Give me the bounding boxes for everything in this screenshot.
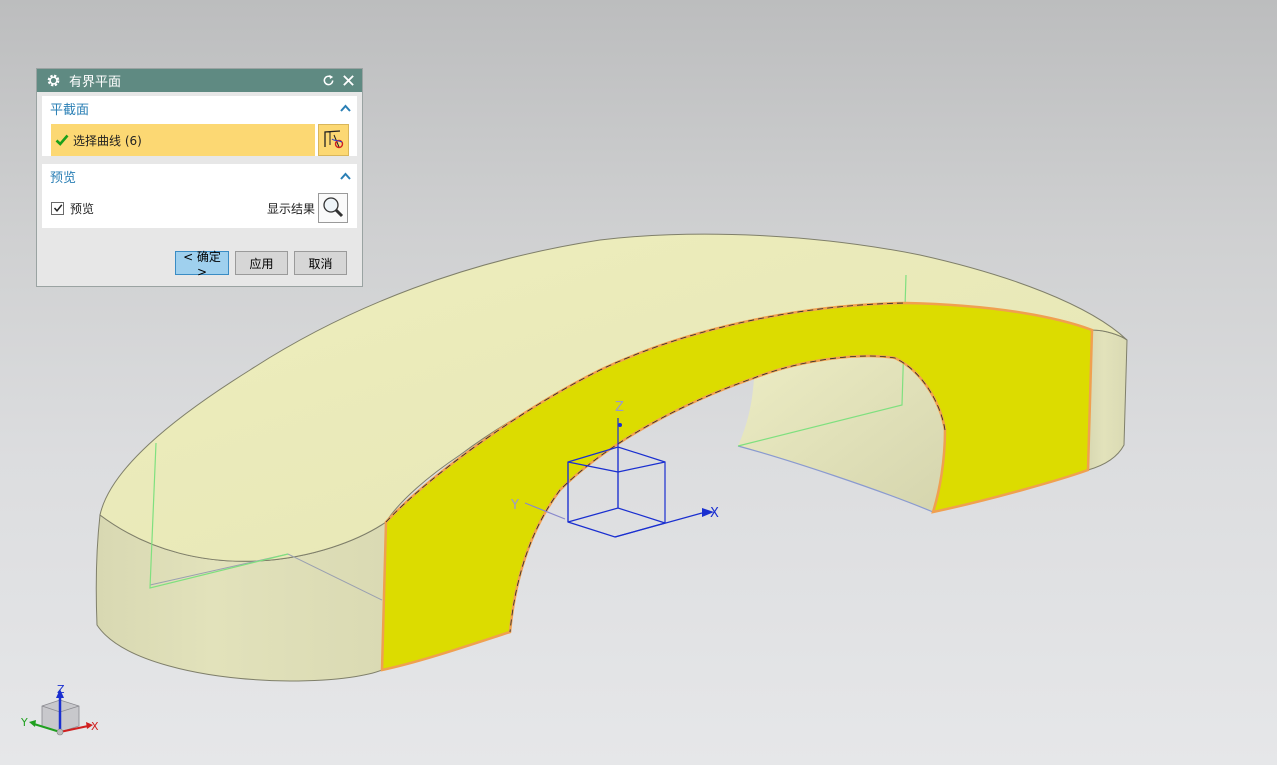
select-curve-icon [322, 127, 346, 154]
check-icon [55, 133, 69, 147]
section-plane: 平截面 选择曲线 (6) [42, 96, 357, 156]
show-result-button[interactable] [318, 193, 348, 223]
magnifier-icon [321, 195, 345, 222]
gear-icon[interactable] [45, 73, 61, 89]
chevron-up-icon[interactable] [339, 102, 351, 114]
section-plane-header[interactable]: 平截面 [42, 96, 357, 120]
csys-y-label: Y [510, 498, 519, 513]
preview-checkbox[interactable] [51, 201, 64, 215]
preview-row: 预览 显示结果 [42, 188, 357, 228]
show-result-label: 显示结果 [266, 201, 315, 216]
dialog-titlebar[interactable]: 有界平面 [37, 69, 362, 92]
ok-button[interactable]: < 确定 > [175, 250, 229, 279]
dialog-title: 有界平面 [69, 75, 122, 90]
csys-z-label: Z [615, 400, 624, 415]
cancel-button[interactable]: 取消 [294, 251, 347, 275]
preview-checkbox-label: 预览 [70, 201, 95, 216]
csys-x-label: X [710, 506, 719, 521]
bounded-plane-dialog: 有界平面 平截面 选择曲线 (6) 预览 预览 显示结果 < 确定 > 应用 取… [36, 68, 363, 287]
section-preview: 预览 预览 显示结果 [42, 164, 357, 228]
close-icon[interactable] [340, 73, 356, 89]
select-curve-button[interactable] [318, 124, 349, 156]
triad-z-label: Z [57, 683, 65, 696]
section-preview-title: 预览 [50, 170, 77, 186]
reset-icon[interactable] [320, 73, 336, 89]
triad-y-label: Y [20, 716, 28, 729]
triad-x-label: X [91, 720, 99, 733]
select-curve-row[interactable]: 选择曲线 (6) [51, 124, 349, 156]
chevron-up-icon[interactable] [339, 170, 351, 182]
section-preview-header[interactable]: 预览 [42, 164, 357, 188]
select-curve-field[interactable]: 选择曲线 (6) [51, 124, 315, 156]
section-plane-title: 平截面 [50, 102, 90, 118]
dialog-buttons: < 确定 > 应用 取消 [37, 250, 362, 279]
apply-button[interactable]: 应用 [235, 251, 288, 275]
select-curve-label: 选择曲线 (6) [73, 133, 142, 148]
